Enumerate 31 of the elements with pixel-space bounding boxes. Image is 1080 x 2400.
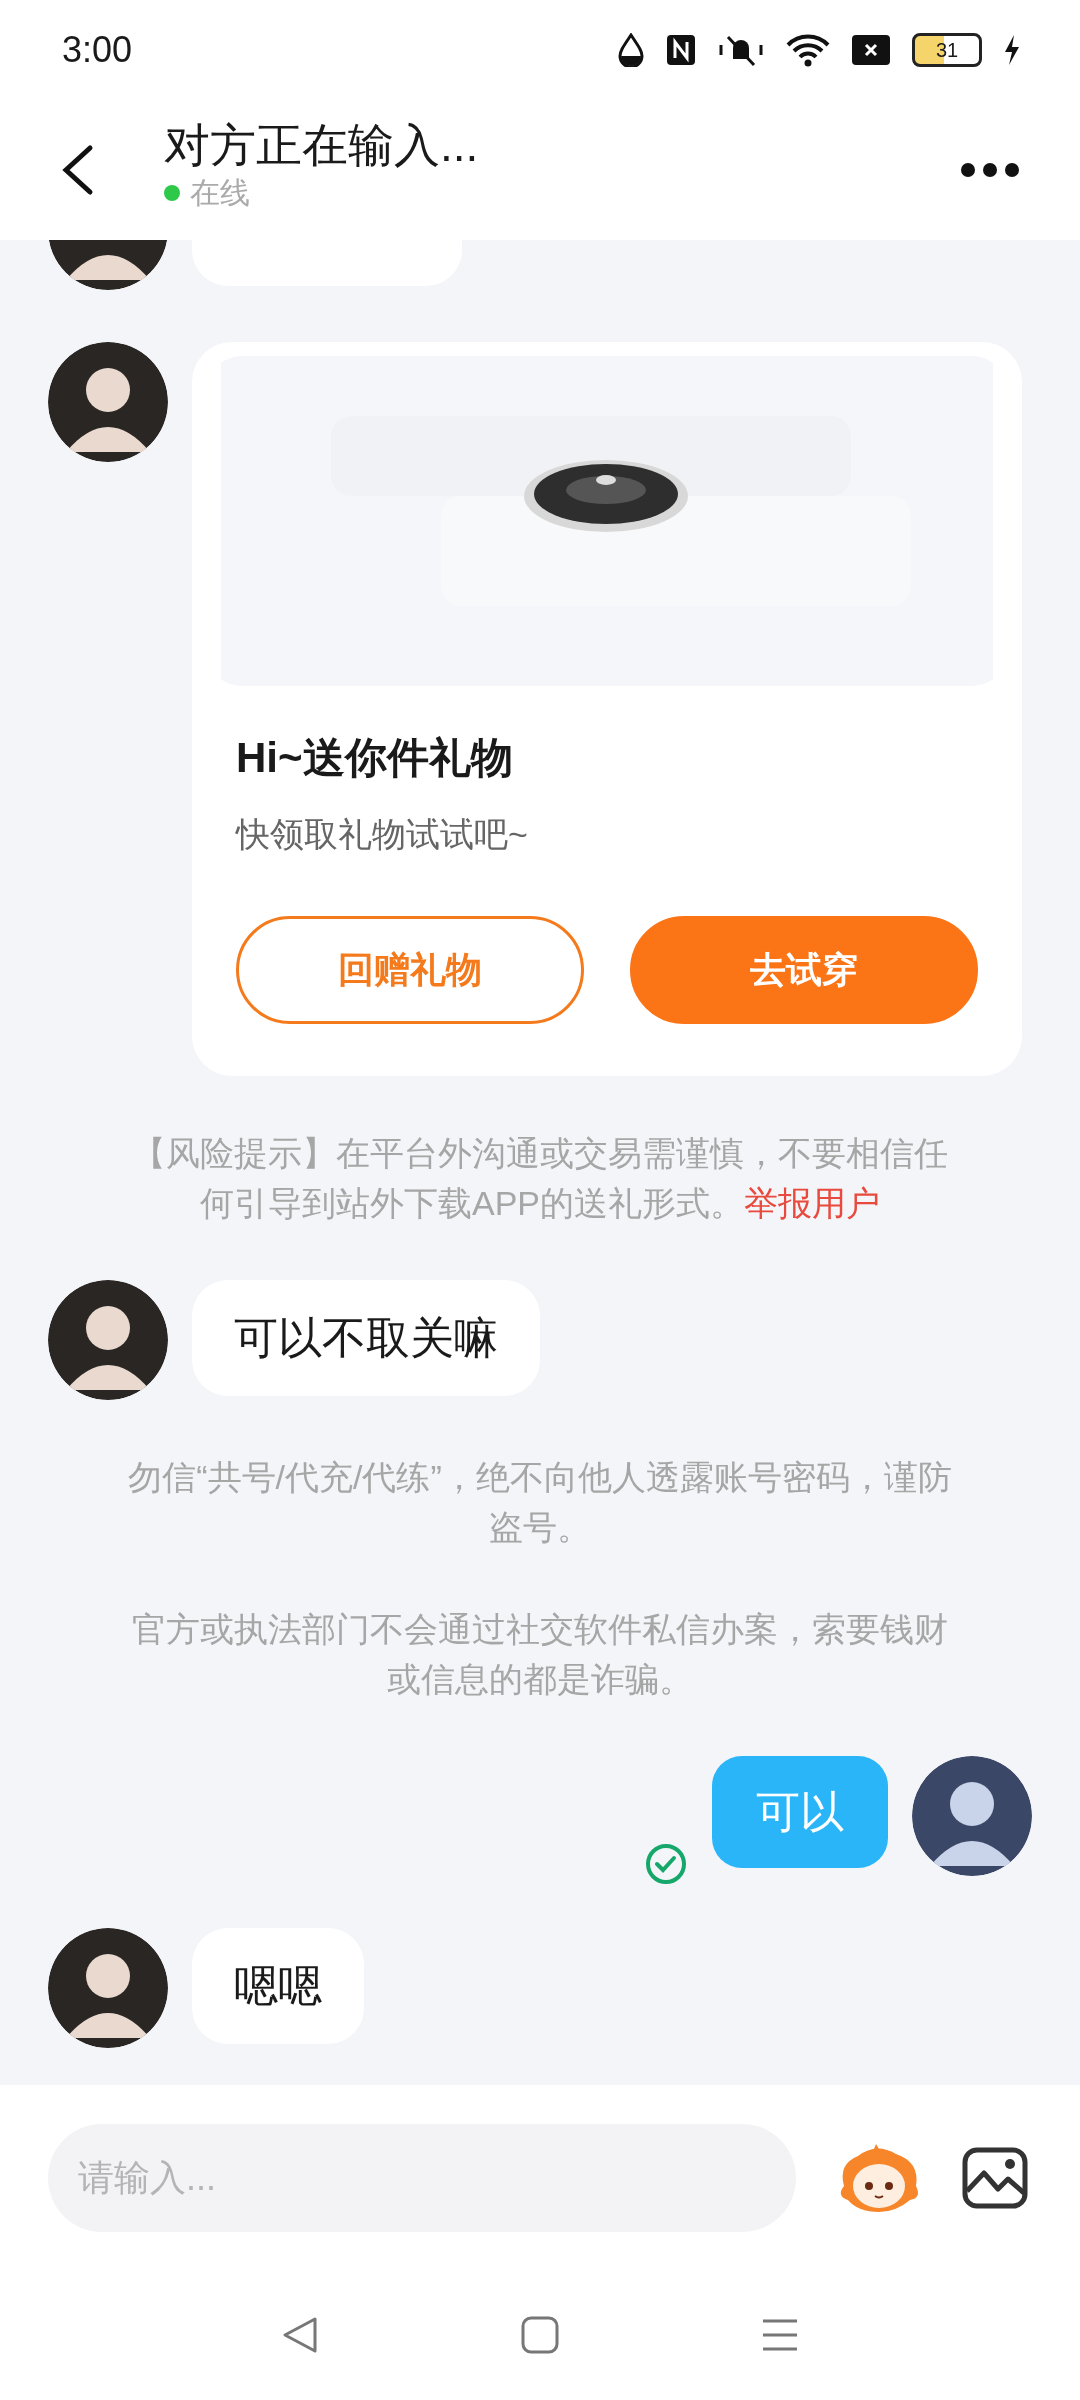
- home-nav-icon[interactable]: [521, 2316, 559, 2354]
- message-bubble: 可以: [712, 1756, 888, 1868]
- avatar[interactable]: [912, 1756, 1032, 1876]
- chat-title: 对方正在输入...: [164, 117, 480, 173]
- drop-icon: [618, 33, 644, 67]
- message-bubble: 嗯嗯: [192, 1928, 364, 2044]
- message-bubble: 可以不取关嘛: [192, 1280, 540, 1396]
- gift-subtitle: 快领取礼物试试吧~: [236, 814, 529, 855]
- report-link[interactable]: 举报用户: [744, 1184, 880, 1222]
- more-icon[interactable]: [960, 162, 1020, 178]
- avatar[interactable]: [48, 1928, 168, 2048]
- try-on-button[interactable]: 去试穿: [630, 916, 978, 1024]
- wifi-icon: [786, 33, 830, 67]
- return-gift-button[interactable]: 回赠礼物: [236, 916, 584, 1024]
- menu-icon[interactable]: [761, 2318, 799, 2352]
- mute-icon: [718, 33, 764, 67]
- status-time: 3:00: [62, 29, 133, 71]
- notice-text: 【风险提示】在平台外沟通或交易需谨慎，不要相信任何引导到站外下载APP的送礼形式。举报用户: [131, 1133, 949, 1224]
- avatar[interactable]: [48, 1280, 168, 1400]
- charging-icon: [1004, 35, 1020, 65]
- message-input[interactable]: 请输入...: [48, 2123, 796, 2232]
- notice-text: 官方或执法部门不会通过社交软件私信办案，索要钱财或信息的都是诈骗。: [131, 1609, 949, 1700]
- gift-title: Hi~送你件礼物: [236, 733, 514, 783]
- image-icon[interactable]: [962, 2146, 1028, 2209]
- back-icon[interactable]: [60, 144, 94, 196]
- nfc-icon: [666, 34, 696, 66]
- notice-text: 勿信“共号/代充/代练”，绝不向他人透露账号密码，谨防盗号。: [127, 1457, 953, 1548]
- presence-text: 在线: [190, 174, 250, 211]
- avatar[interactable]: [48, 342, 168, 462]
- no-sim-icon: [852, 35, 890, 65]
- back-nav-icon[interactable]: [281, 2315, 319, 2355]
